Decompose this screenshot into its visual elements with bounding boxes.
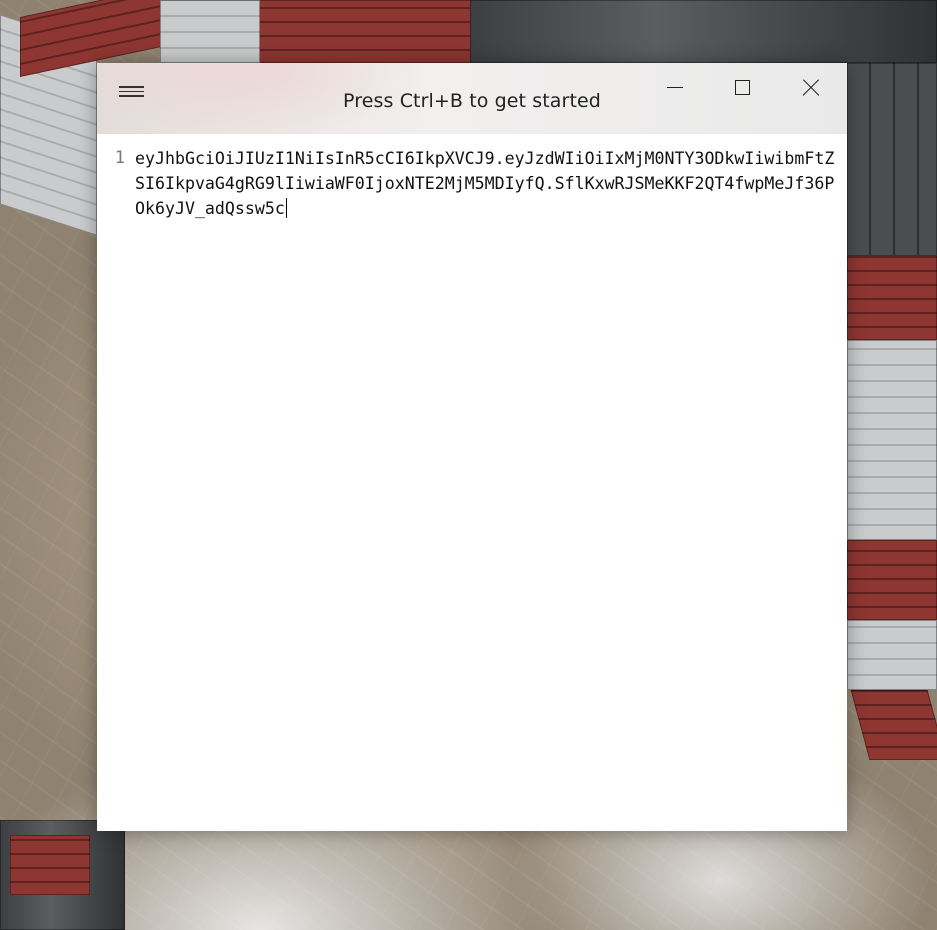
text-caret [285, 198, 288, 218]
close-icon [802, 79, 819, 96]
wallpaper-ship-hull [847, 620, 937, 690]
text-editor[interactable]: 1 eyJhbGciOiJIUzI1NiIsInR5cCI6IkpXVCJ9.e… [97, 134, 847, 831]
maximize-button[interactable] [707, 63, 776, 111]
editor-text-area[interactable]: eyJhbGciOiJIUzI1NiIsInR5cCI6IkpXVCJ9.eyJ… [135, 146, 835, 221]
wallpaper-ship-hull [160, 0, 260, 63]
wallpaper-ship-hull [470, 0, 937, 63]
close-button[interactable] [776, 63, 845, 111]
code-line: eyJhbGciOiJIUzI1NiIsInR5cCI6IkpXVCJ9.eyJ… [135, 149, 835, 218]
title-bar[interactable]: Press Ctrl+B to get started [97, 63, 847, 134]
maximize-icon [735, 80, 750, 95]
line-number-gutter: 1 [97, 146, 125, 171]
wallpaper-ship-hull [847, 63, 937, 263]
wallpaper-ship-panel [10, 835, 90, 895]
wallpaper-ship-panel [847, 255, 937, 340]
app-window: Press Ctrl+B to get started 1 eyJhbGciOi… [97, 63, 847, 831]
minimize-button[interactable] [640, 63, 709, 111]
minimize-icon [667, 87, 683, 89]
wallpaper-ship-panel [250, 0, 480, 63]
wallpaper-ship-hull [847, 340, 937, 540]
line-number: 1 [114, 148, 125, 168]
wallpaper-ship-panel [847, 540, 937, 620]
